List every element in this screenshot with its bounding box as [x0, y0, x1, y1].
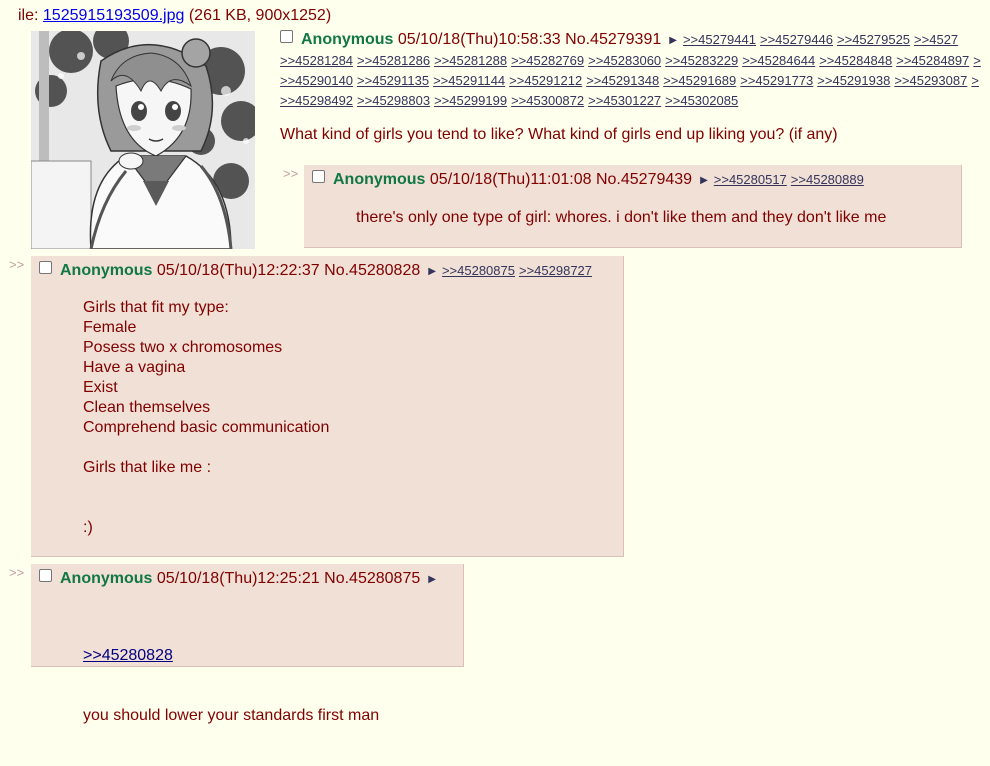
reply-message-text: you should lower your standards first ma…	[83, 707, 380, 724]
backlink[interactable]: >>45281288	[434, 53, 507, 68]
message-line: Posess two x chromosomes	[83, 339, 283, 356]
reply-select-checkbox[interactable]	[312, 170, 325, 183]
post-number[interactable]: No.45280828	[324, 262, 420, 279]
backlink[interactable]: >>45281284	[280, 53, 353, 68]
reply-marker: >>	[9, 257, 25, 272]
post-menu-arrow-icon[interactable]: ▶	[428, 574, 436, 585]
post-datetime: 05/10/18(Thu)12:22:37	[156, 262, 320, 279]
message-line: Girls that like me :	[83, 459, 212, 476]
op-backlinks-row1: >>45279441 >>45279446 >>45279525 >>4527	[683, 31, 962, 48]
message-line: Clean themselves	[83, 399, 211, 416]
backlink[interactable]: >>45299199	[434, 93, 507, 108]
poster-name: Anonymous	[60, 570, 153, 587]
reply-post-header: Anonymous 05/10/18(Thu)11:01:08 No.45279…	[312, 170, 868, 191]
post-number[interactable]: No.45280875	[324, 570, 420, 587]
file-link[interactable]: 1525915193509.jpg	[43, 7, 184, 24]
file-meta: (261 KB, 900x1252)	[184, 7, 332, 24]
post-datetime: 05/10/18(Thu)11:01:08	[429, 171, 592, 188]
backlink[interactable]: >>45291212	[509, 73, 582, 88]
post-menu-arrow-icon[interactable]: ▶	[428, 266, 436, 277]
quote-link[interactable]: >>45280828	[83, 646, 379, 666]
backlink[interactable]: >>45291348	[586, 73, 659, 88]
op-select-checkbox[interactable]	[280, 30, 293, 43]
reply-post-45280875: Anonymous 05/10/18(Thu)12:25:21 No.45280…	[31, 564, 464, 724]
backlink[interactable]: >>45291135	[357, 73, 429, 88]
reply-message: >>45280828 you should lower your standar…	[83, 606, 379, 766]
backlink[interactable]: >>45284644	[742, 53, 815, 68]
backlink[interactable]: >>45280875	[442, 263, 515, 278]
post-datetime: 05/10/18(Thu)10:58:33	[397, 31, 561, 48]
op-backlinks-row4: >>45298492 >>45298803 >>45299199 >>45300872…	[280, 91, 990, 111]
reply-post-45279439: Anonymous 05/10/18(Thu)11:01:08 No.45279…	[304, 165, 962, 248]
post-menu-arrow-icon[interactable]: ▶	[669, 35, 677, 46]
message-line	[83, 438, 329, 458]
backlink[interactable]: >>45291773	[740, 73, 813, 88]
reply-backlinks: >>45280875 >>45298727	[442, 262, 596, 279]
reply-post-header: Anonymous 05/10/18(Thu)12:25:21 No.45280…	[39, 569, 442, 590]
reply-marker: >>	[283, 166, 299, 181]
reply-post-45280828: Anonymous 05/10/18(Thu)12:22:37 No.45280…	[31, 256, 624, 557]
backlink[interactable]: >>45279446	[760, 32, 833, 47]
reply-message: Girls that fit my type: Female Posess two …	[83, 298, 329, 538]
backlink[interactable]: >>45281286	[357, 53, 430, 68]
op-post-header: Anonymous 05/10/18(Thu)10:58:33 No.45279…	[280, 30, 990, 51]
backlink[interactable]: >>45291144	[433, 73, 505, 88]
reply-post-header: Anonymous 05/10/18(Thu)12:22:37 No.45280…	[39, 261, 596, 282]
poster-name: Anonymous	[333, 171, 426, 188]
backlink[interactable]: >>45284897	[896, 53, 969, 68]
reply-select-checkbox[interactable]	[39, 261, 52, 274]
backlink[interactable]: >	[971, 73, 979, 88]
backlink[interactable]: >>45284848	[819, 53, 892, 68]
backlink[interactable]: >>45298727	[519, 263, 592, 278]
message-line	[83, 498, 329, 518]
message-line: Exist	[83, 379, 118, 396]
backlink[interactable]: >>45293087	[894, 73, 967, 88]
poster-name: Anonymous	[60, 262, 153, 279]
post-menu-arrow-icon[interactable]: ▶	[700, 175, 708, 186]
post-datetime: 05/10/18(Thu)12:25:21	[156, 570, 320, 587]
op-backlinks-row2: >>45281284 >>45281286 >>45281288 >>45282769…	[280, 51, 990, 71]
op-message: What kind of girls you tend to like? Wha…	[280, 126, 838, 143]
post-number[interactable]: No.45279391	[565, 31, 661, 48]
message-line: Comprehend basic communication	[83, 419, 330, 436]
backlink[interactable]: >>45283060	[588, 53, 661, 68]
backlink[interactable]: >>45283229	[665, 53, 738, 68]
message-line	[83, 478, 329, 498]
file-info: ile: 1525915193509.jpg (261 KB, 900x1252…	[18, 7, 331, 25]
op-thumbnail[interactable]	[31, 31, 255, 249]
backlink[interactable]: >>45302085	[665, 93, 738, 108]
reply-backlinks: >>45280517 >>45280889	[714, 171, 868, 188]
reply-select-checkbox[interactable]	[39, 569, 52, 582]
backlink[interactable]: >>45282769	[511, 53, 584, 68]
backlink[interactable]: >>45290140	[280, 73, 353, 88]
backlink[interactable]: >>45279441	[683, 32, 756, 47]
backlink[interactable]: >>45298492	[280, 93, 353, 108]
backlink[interactable]: >>4527	[914, 32, 958, 47]
reply-message: there's only one type of girl: whores. i…	[356, 209, 887, 226]
backlink[interactable]: >>45291689	[663, 73, 736, 88]
backlink[interactable]: >	[973, 53, 981, 68]
op-backlinks-row3: >>45290140 >>45291135 >>45291144 >>45291212…	[280, 71, 990, 91]
file-info-prefix: ile:	[18, 7, 43, 24]
post-number[interactable]: No.45279439	[596, 171, 692, 188]
op-post: Anonymous 05/10/18(Thu)10:58:33 No.45279…	[280, 30, 990, 145]
message-line: Girls that fit my type:	[83, 299, 229, 316]
backlink[interactable]: >>45298803	[357, 93, 430, 108]
message-line: :)	[83, 519, 93, 536]
backlink[interactable]: >>45300872	[511, 93, 584, 108]
thumbnail-image	[31, 31, 255, 249]
poster-name: Anonymous	[301, 31, 394, 48]
backlink[interactable]: >>45301227	[588, 93, 661, 108]
backlink[interactable]: >>45279525	[837, 32, 910, 47]
backlink[interactable]: >>45291938	[817, 73, 890, 88]
reply-marker: >>	[9, 565, 25, 580]
backlink[interactable]: >>45280889	[791, 172, 864, 187]
backlink[interactable]: >>45280517	[714, 172, 787, 187]
message-line: Female	[83, 319, 137, 336]
message-line: Have a vagina	[83, 359, 186, 376]
